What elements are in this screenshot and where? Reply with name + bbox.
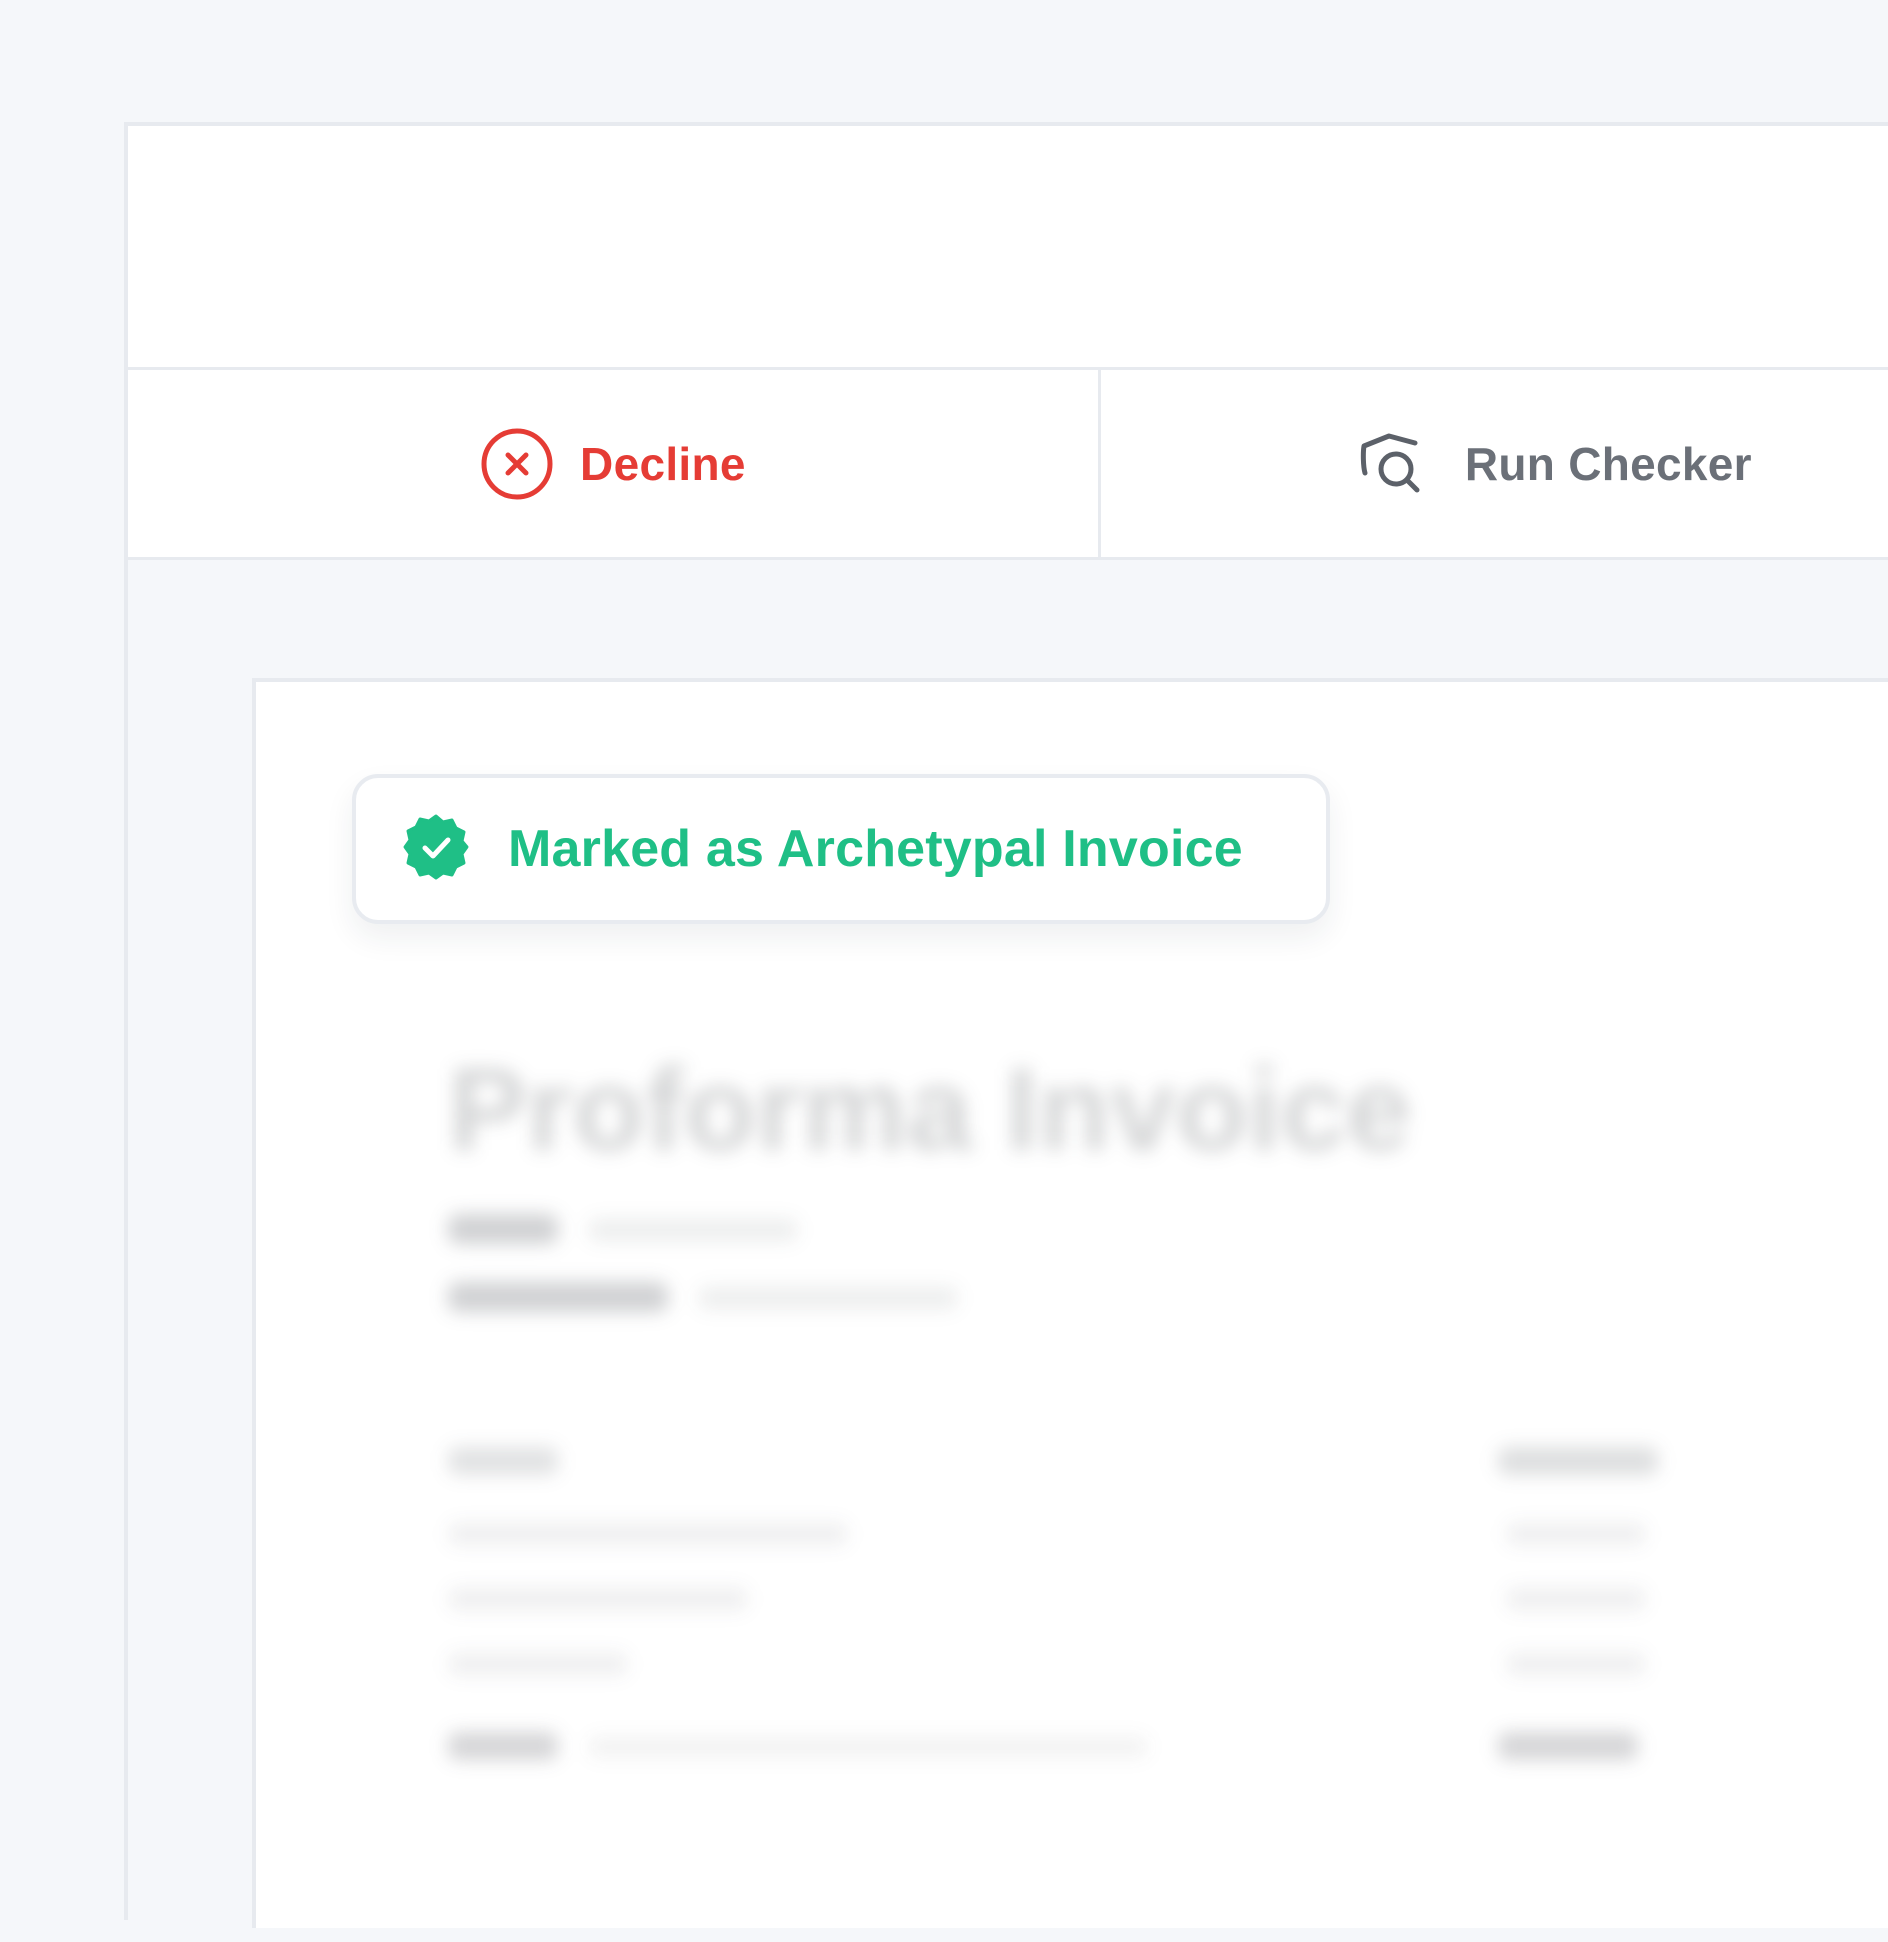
blurred-line — [1506, 1522, 1646, 1546]
blurred-line — [448, 1652, 628, 1676]
blurred-line — [448, 1587, 748, 1611]
blurred-label — [448, 1214, 558, 1244]
invoice-document: Marked as Archetypal Invoice Proforma In… — [252, 678, 1888, 1928]
blurred-line — [1506, 1587, 1646, 1611]
document-viewer: Marked as Archetypal Invoice Proforma In… — [128, 560, 1888, 1928]
review-window: Decline Run Checker Marked as Archetypal… — [124, 122, 1888, 1928]
blurred-label — [448, 1282, 668, 1312]
shield-search-icon — [1359, 428, 1429, 500]
run-checker-label: Run Checker — [1464, 437, 1752, 490]
invoice-title: Proforma Invoice — [448, 1044, 1412, 1176]
blurred-label — [1498, 1447, 1658, 1475]
blurred-label — [1498, 1732, 1638, 1760]
blurred-invoice-content: Proforma Invoice — [448, 1042, 1888, 1942]
action-bar: Decline Run Checker — [128, 370, 1888, 560]
blurred-line — [448, 1522, 848, 1546]
blurred-value — [698, 1286, 958, 1310]
verified-badge-icon — [402, 813, 470, 886]
blurred-line — [1506, 1652, 1646, 1676]
blurred-label — [448, 1732, 558, 1760]
blurred-label — [448, 1447, 558, 1475]
close-circle-icon — [480, 427, 554, 501]
archetypal-status-label: Marked as Archetypal Invoice — [508, 820, 1243, 878]
decline-label: Decline — [580, 437, 746, 490]
blurred-line — [588, 1736, 1148, 1758]
decline-button[interactable]: Decline — [128, 370, 1101, 557]
run-checker-button[interactable]: Run Checker — [1101, 370, 1888, 557]
blurred-value — [588, 1218, 798, 1242]
header-area — [128, 126, 1888, 370]
archetypal-status-badge: Marked as Archetypal Invoice — [352, 774, 1330, 924]
